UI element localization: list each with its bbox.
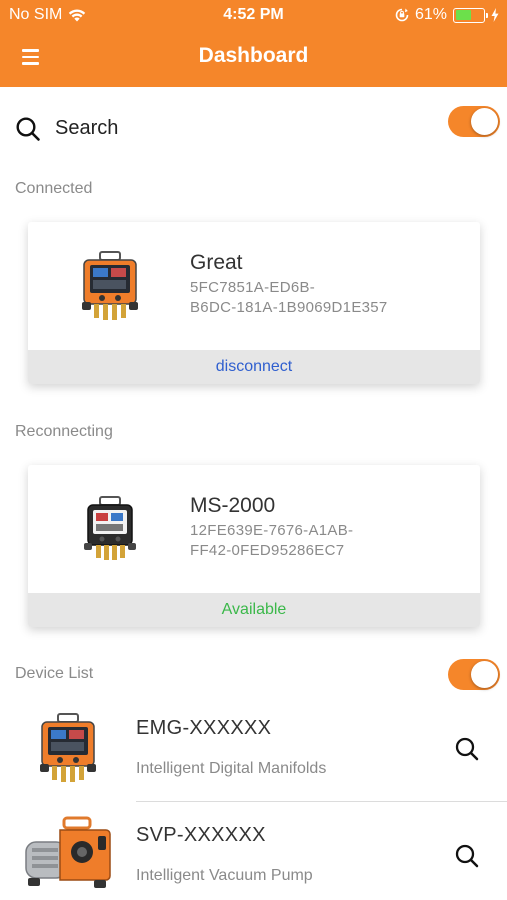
- device-uuid: 5FC7851A-ED6B- B6DC-181A-1B9069D1E357: [190, 278, 420, 318]
- section-label-device-list: Device List: [15, 665, 94, 682]
- search-icon[interactable]: [454, 843, 480, 869]
- digital-manifold-image: [40, 713, 96, 782]
- device-name: Great: [190, 251, 243, 274]
- section-label-reconnecting: Reconnecting: [15, 423, 113, 440]
- status-right: 61%: [395, 6, 499, 24]
- device-list-description: Intelligent Digital Manifolds: [136, 760, 327, 777]
- ms-2000-manifold-image: [84, 496, 136, 560]
- vacuum-pump-image: [25, 816, 111, 888]
- search-icon[interactable]: [454, 736, 480, 762]
- digital-manifold-image: [82, 251, 138, 320]
- orientation-lock-icon: [395, 8, 409, 22]
- app-header: No SIM 4:52 PM 61% Dashboard: [0, 0, 507, 87]
- device-uuid: 12FE639E-7676-A1AB- FF42-0FED95286EC7: [190, 521, 420, 561]
- search-row[interactable]: Search: [0, 104, 507, 152]
- battery-level-fill: [455, 10, 472, 20]
- list-divider: [136, 801, 507, 802]
- search-label[interactable]: Search: [55, 117, 118, 140]
- search-toggle[interactable]: [448, 106, 500, 137]
- search-icon[interactable]: [15, 116, 41, 142]
- toggle-knob: [471, 661, 498, 688]
- device-list-description: Intelligent Vacuum Pump: [136, 867, 313, 884]
- device-list-name: EMG-XXXXXX: [136, 717, 272, 739]
- device-list-name: SVP-XXXXXX: [136, 824, 266, 846]
- device-list-item-svp[interactable]: SVP-XXXXXX Intelligent Vacuum Pump: [0, 806, 507, 900]
- reconnecting-device-card[interactable]: MS-2000 12FE639E-7676-A1AB- FF42-0FED952…: [28, 465, 480, 627]
- charging-bolt-icon: [491, 8, 499, 22]
- device-list-toggle[interactable]: [448, 659, 500, 690]
- device-list-item-emg[interactable]: EMG-XXXXXX Intelligent Digital Manifolds: [0, 700, 507, 804]
- device-uuid-line2: B6DC-181A-1B9069D1E357: [190, 299, 388, 316]
- device-uuid-line1: 12FE639E-7676-A1AB-: [190, 522, 354, 539]
- available-status[interactable]: Available: [28, 593, 480, 627]
- device-uuid-line1: 5FC7851A-ED6B-: [190, 279, 316, 296]
- disconnect-button[interactable]: disconnect: [28, 350, 480, 384]
- section-label-connected: Connected: [15, 180, 93, 197]
- battery-percent: 61%: [414, 6, 447, 23]
- battery-icon: [453, 7, 488, 23]
- page-title: Dashboard: [198, 44, 309, 67]
- device-uuid-line2: FF42-0FED95286EC7: [190, 542, 345, 559]
- device-name: MS-2000: [190, 494, 276, 517]
- status-bar: No SIM 4:52 PM 61%: [0, 0, 507, 30]
- toggle-knob: [471, 108, 498, 135]
- connected-device-card[interactable]: Great 5FC7851A-ED6B- B6DC-181A-1B9069D1E…: [28, 222, 480, 384]
